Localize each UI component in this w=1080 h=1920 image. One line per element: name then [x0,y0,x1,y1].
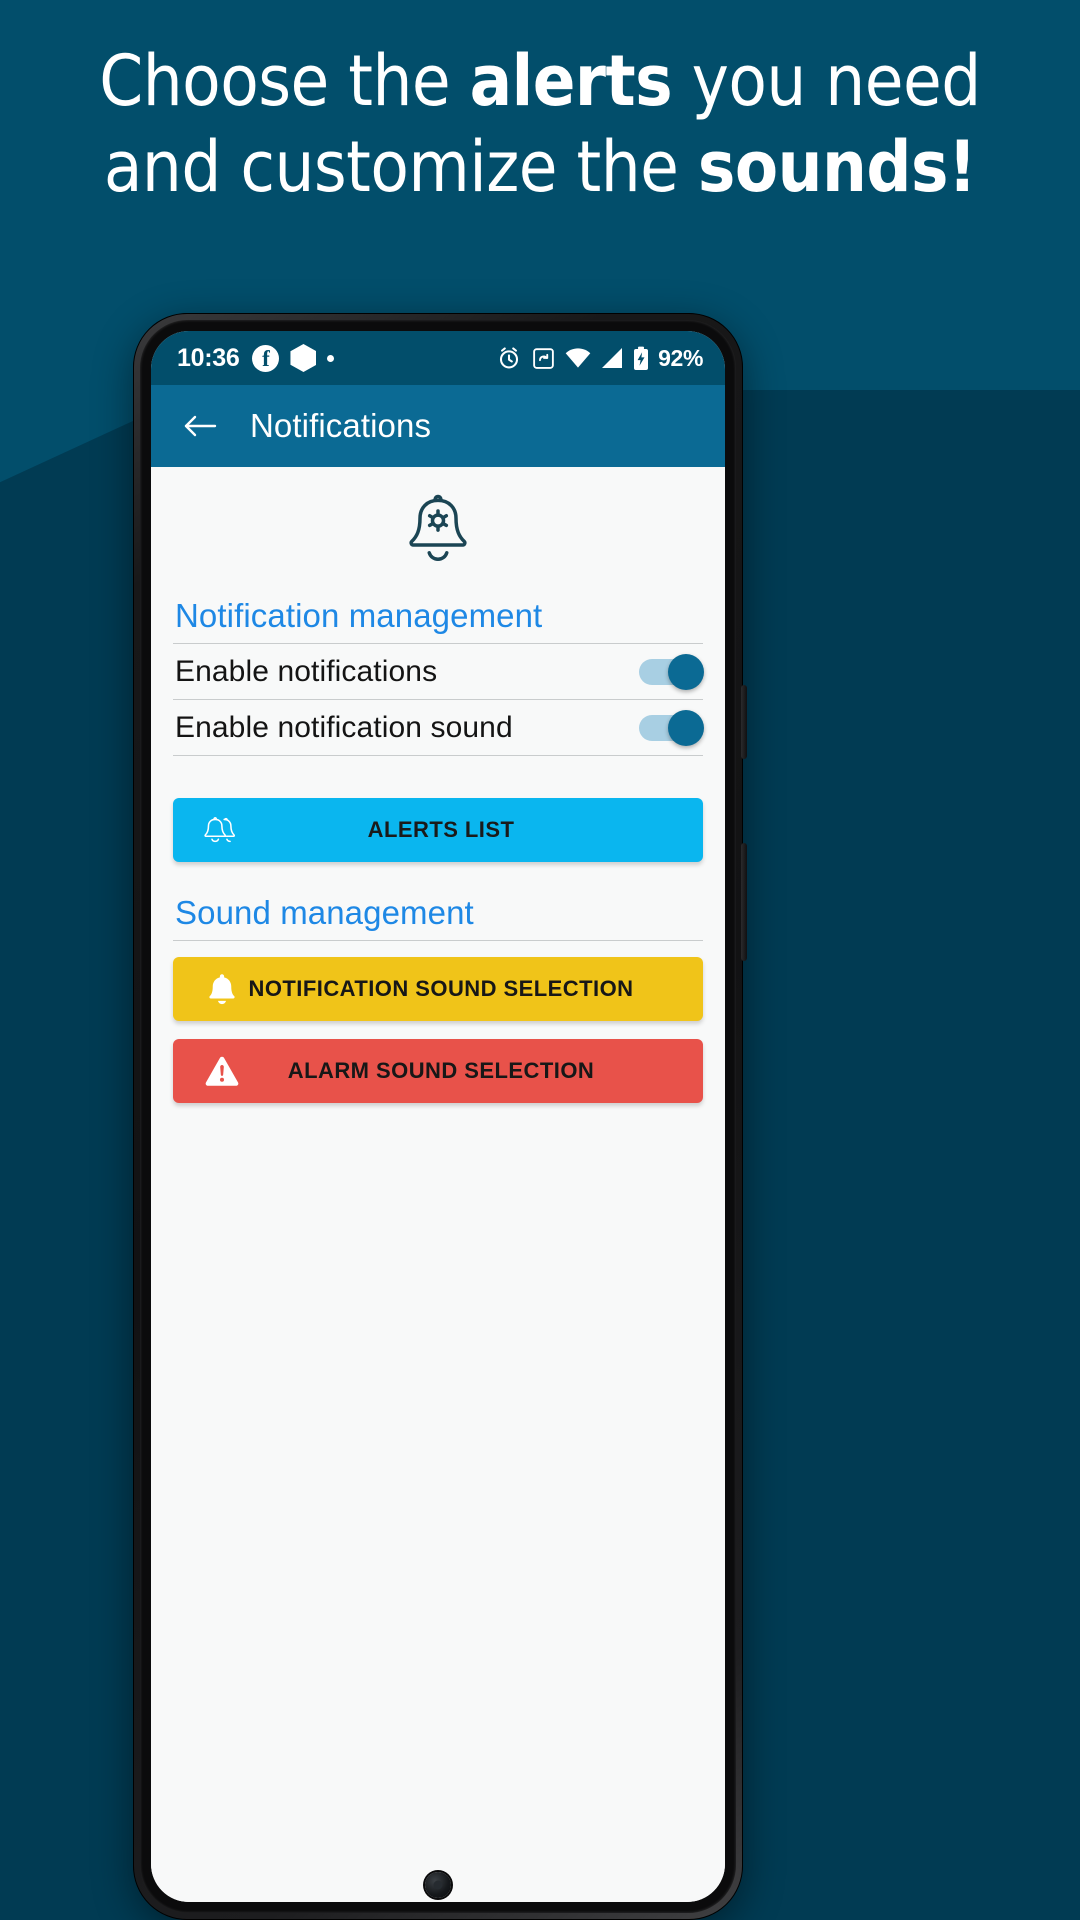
toggle-enable-notification-sound[interactable] [639,709,704,746]
status-bar-system-icons: 92% [496,345,703,372]
row-enable-notifications[interactable]: Enable notifications [173,644,704,700]
button-label: NOTIFICATION SOUND SELECTION [248,976,634,1001]
row-enable-notification-sound[interactable]: Enable notification sound [173,700,704,756]
facebook-icon: f [252,344,280,372]
alarm-icon [500,347,519,369]
double-bell-icon [199,813,245,847]
section-title-notification-management: Notification management [173,587,703,644]
back-arrow-icon[interactable] [177,403,223,449]
alerts-list-button[interactable]: ALERTS LIST [173,798,703,862]
button-label: ALERTS LIST [367,817,515,842]
phone-screen: 10:36 f 92% Notifications Notification m… [151,331,725,1902]
warning-triangle-icon [199,1055,245,1087]
bell-settings-icon [173,467,703,587]
toggle-enable-notifications[interactable] [639,653,704,690]
button-label: ALARM SOUND SELECTION [287,1058,595,1083]
dot-indicator-icon [327,354,335,362]
headline-part-1: Choose the [99,40,470,122]
phone-mockup: 10:36 f 92% Notifications Notification m… [133,313,747,1920]
status-bar: 10:36 f 92% [151,331,725,385]
status-bar-notification-icons: f [252,344,335,372]
settings-content: Notification management Enable notificat… [151,467,725,1902]
headline-bold-alerts: alerts [469,40,673,122]
section-title-sound-management: Sound management [173,884,703,941]
headline-bold-sounds: sounds! [697,126,977,208]
status-bar-time: 10:36 [177,343,240,372]
promo-headline: Choose the alerts you need and customize… [0,38,1080,210]
battery-percent-label: 92% [658,344,703,371]
volume-button[interactable] [741,685,747,759]
toggle-knob [668,653,704,690]
rotation-lock-icon [533,347,554,369]
toggle-knob [668,709,704,746]
hexagon-app-icon [290,344,317,372]
page-title: Notifications [250,407,432,444]
battery-charging-icon [634,346,649,370]
bottom-camera-dot [425,1872,451,1898]
row-label: Enable notifications [175,654,438,688]
row-label: Enable notification sound [175,710,513,744]
promo-screenshot: Choose the alerts you need and customize… [0,0,1080,1920]
wifi-icon [565,347,591,368]
bell-filled-icon [199,972,245,1006]
power-button[interactable] [741,843,747,961]
alarm-sound-selection-button[interactable]: ALARM SOUND SELECTION [173,1039,703,1103]
app-bar: Notifications [151,385,725,467]
cellular-signal-icon [602,348,623,368]
notification-sound-selection-button[interactable]: NOTIFICATION SOUND SELECTION [173,957,703,1021]
